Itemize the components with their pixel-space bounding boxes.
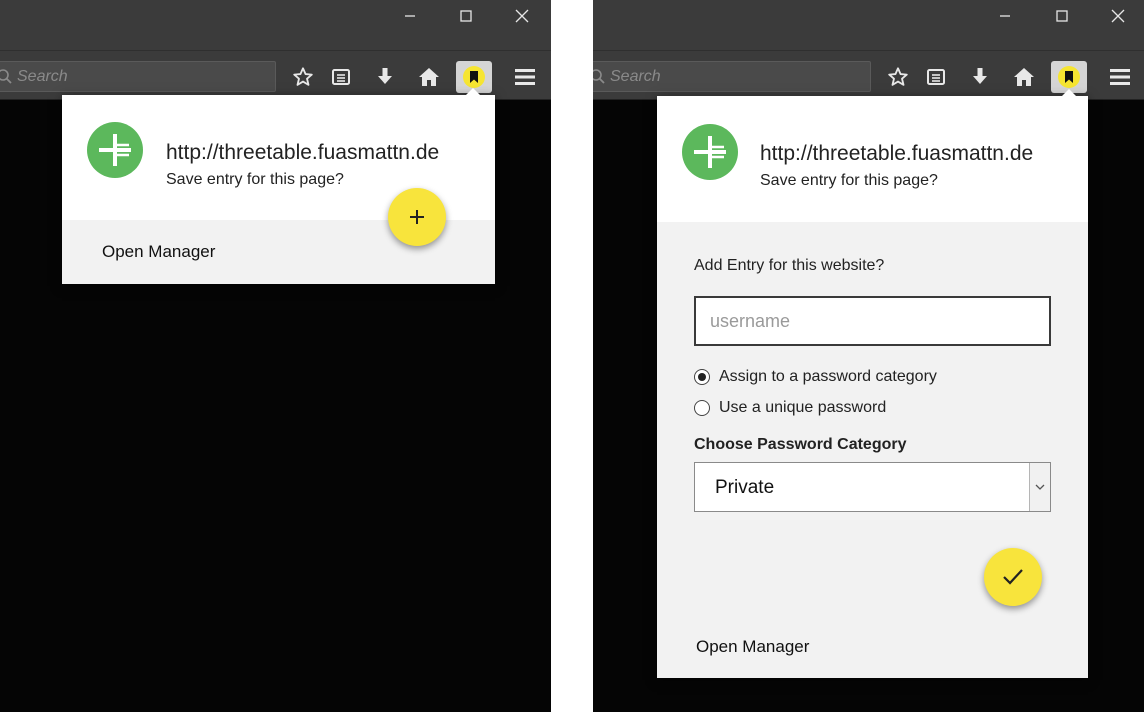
- bookmark-extension-icon: [463, 66, 485, 88]
- screenshot-collapsed: Search http://threetable.fuasmattn.de Sa…: [0, 0, 551, 712]
- add-entry-popup: http://threetable.fuasmattn.de Save entr…: [657, 89, 1088, 678]
- minimize-button[interactable]: [983, 0, 1027, 32]
- minimize-icon: [1000, 15, 1010, 17]
- radio-button-unchecked[interactable]: [694, 400, 710, 416]
- search-placeholder: Search: [610, 67, 661, 85]
- fork-plus-logo-icon: [694, 136, 726, 168]
- radio-label: Use a unique password: [719, 399, 887, 416]
- save-prompt: Save entry for this page?: [166, 171, 344, 188]
- menu-icon: [1110, 69, 1130, 85]
- popup-header: http://threetable.fuasmattn.de Save entr…: [657, 96, 1088, 222]
- search-icon: [593, 68, 605, 84]
- menu-button[interactable]: [1108, 65, 1132, 89]
- title-bar: [0, 0, 551, 50]
- search-icon: [0, 68, 12, 84]
- add-entry-button[interactable]: [388, 188, 446, 246]
- site-logo: [87, 122, 143, 178]
- reading-list-icon: [332, 69, 350, 85]
- site-url: http://threetable.fuasmattn.de: [760, 142, 1034, 165]
- home-icon: [1014, 68, 1034, 86]
- minimize-icon: [405, 15, 415, 17]
- username-input[interactable]: [694, 296, 1051, 346]
- site-logo: [682, 124, 738, 180]
- open-manager-link[interactable]: Open Manager: [696, 637, 809, 657]
- confirm-entry-button[interactable]: [984, 548, 1042, 606]
- reading-list-icon: [927, 69, 945, 85]
- fork-plus-logo-icon: [99, 134, 131, 166]
- downloads-button[interactable]: [373, 65, 397, 89]
- home-button[interactable]: [417, 65, 441, 89]
- chevron-down-icon: [1035, 484, 1045, 490]
- bookmark-star-button[interactable]: [886, 65, 910, 89]
- radio-assign-category[interactable]: Assign to a password category: [694, 368, 937, 386]
- check-icon: [1003, 569, 1023, 585]
- save-entry-popup: http://threetable.fuasmattn.de Save entr…: [62, 88, 495, 284]
- home-button[interactable]: [1012, 65, 1036, 89]
- search-placeholder: Search: [17, 67, 68, 85]
- star-icon: [888, 67, 908, 86]
- close-button[interactable]: [1096, 0, 1140, 32]
- reading-list-button[interactable]: [924, 65, 948, 89]
- category-selected-value: Private: [715, 477, 775, 498]
- radio-label: Assign to a password category: [719, 368, 937, 385]
- home-icon: [419, 68, 439, 86]
- maximize-button[interactable]: [444, 0, 488, 32]
- menu-icon: [515, 69, 535, 85]
- close-icon: [1111, 9, 1125, 23]
- open-manager-link[interactable]: Open Manager: [102, 242, 215, 262]
- bookmark-star-button[interactable]: [291, 65, 315, 89]
- close-button[interactable]: [500, 0, 544, 32]
- close-icon: [515, 9, 529, 23]
- screenshot-expanded: Search http://threetable.fuasmattn.de Sa…: [593, 0, 1144, 712]
- maximize-icon: [460, 10, 472, 22]
- search-bar[interactable]: Search: [0, 61, 276, 92]
- downloads-button[interactable]: [968, 65, 992, 89]
- maximize-button[interactable]: [1040, 0, 1084, 32]
- menu-button[interactable]: [513, 65, 537, 89]
- select-dropdown-button[interactable]: [1029, 463, 1050, 511]
- reading-list-button[interactable]: [329, 65, 353, 89]
- category-select[interactable]: Private: [694, 462, 1051, 512]
- minimize-button[interactable]: [388, 0, 432, 32]
- download-icon: [973, 68, 987, 84]
- download-icon: [378, 68, 392, 84]
- site-url: http://threetable.fuasmattn.de: [166, 141, 440, 164]
- add-entry-form: Add Entry for this website? Assign to a …: [657, 222, 1088, 678]
- search-bar[interactable]: Search: [593, 61, 871, 92]
- plus-icon: [410, 210, 424, 224]
- category-label: Choose Password Category: [694, 436, 907, 453]
- radio-unique-password[interactable]: Use a unique password: [694, 399, 886, 417]
- form-title: Add Entry for this website?: [694, 257, 885, 274]
- bookmark-extension-icon: [1058, 66, 1080, 88]
- radio-button-checked[interactable]: [694, 369, 710, 385]
- title-bar: [593, 0, 1144, 50]
- maximize-icon: [1056, 10, 1068, 22]
- save-prompt: Save entry for this page?: [760, 172, 938, 189]
- star-icon: [293, 67, 313, 86]
